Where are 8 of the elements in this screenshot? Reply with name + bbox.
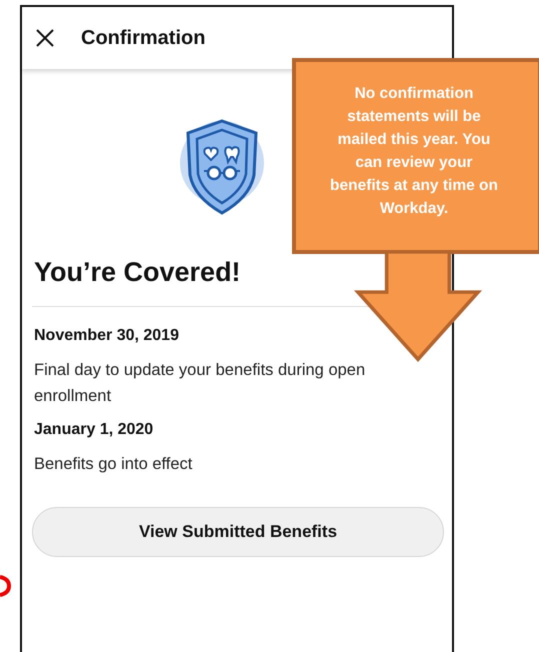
event-date: November 30, 2019 [34, 327, 180, 345]
header-title: Confirmation [81, 26, 206, 50]
event-description: Benefits go into effect [34, 454, 194, 475]
view-benefits-button[interactable]: View Submitted Benefits [32, 507, 444, 557]
event-description: Final day to update your benefits during open enrollment [34, 360, 366, 407]
callout-text: No confirmation statements will be mailed this year. You can review your benefits at any time on Workday. [329, 84, 499, 219]
event-date: January 1, 2020 [34, 421, 154, 439]
covered-heading: You’re Covered! [34, 257, 242, 288]
